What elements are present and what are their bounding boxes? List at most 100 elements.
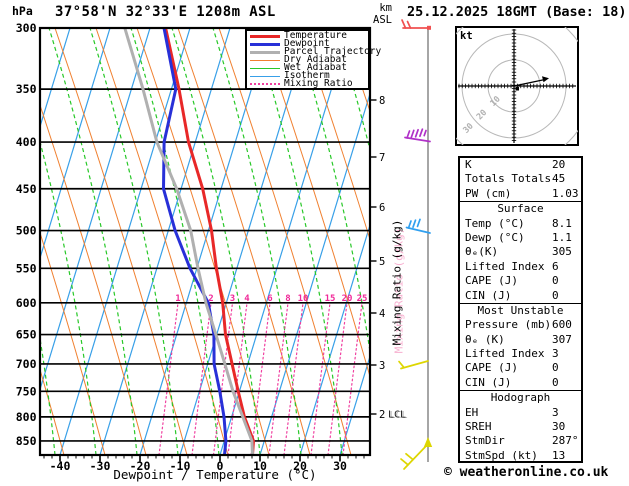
table-row-label: Dewp (°C) bbox=[465, 230, 525, 244]
table-row: Pressure (mb) 600 bbox=[460, 318, 581, 332]
mixing-ratio-value-label: 25 bbox=[357, 294, 368, 304]
table-row-value: 0 bbox=[552, 375, 559, 389]
table-row: Dewp (°C) 1.1 bbox=[460, 231, 581, 245]
table-row: PW (cm) 1.03 bbox=[460, 187, 581, 201]
wind-barb-stroke bbox=[423, 129, 427, 137]
pressure-tick-label: 450 bbox=[16, 182, 37, 196]
km-tick-label: 6 bbox=[379, 202, 385, 214]
table-section-header: Most Unstable bbox=[477, 303, 564, 317]
pressure-tick-label: 550 bbox=[16, 261, 37, 275]
table-row-value: 13 bbox=[552, 448, 566, 462]
mixing-ratio-value-label: 3 bbox=[230, 294, 235, 304]
table-row-label: StmDir bbox=[465, 434, 505, 448]
table-row-value: 8.1 bbox=[552, 216, 572, 230]
table-row-label: θₑ (K) bbox=[465, 332, 505, 346]
wind-barb-head bbox=[423, 437, 433, 447]
pressure-tick-label: 800 bbox=[16, 410, 37, 424]
table-row-value: 1.03 bbox=[552, 186, 579, 200]
table-row-label: CAPE (J) bbox=[465, 361, 518, 375]
pressure-tick-label: 500 bbox=[16, 224, 37, 238]
pressure-tick-label: 300 bbox=[16, 21, 37, 35]
table-row: Lifted Index 6 bbox=[460, 260, 581, 274]
wind-barb-stroke bbox=[412, 219, 417, 229]
wind-barb-stroke bbox=[406, 20, 412, 29]
wind-barb-stroke bbox=[416, 218, 421, 228]
table-row: Temp (°C) 8.1 bbox=[460, 217, 581, 231]
table-row-value: 3 bbox=[552, 405, 559, 419]
table-row-value: 20 bbox=[552, 158, 566, 171]
legend-line-sample bbox=[250, 83, 280, 85]
mixing-ratio-line bbox=[327, 302, 348, 455]
km-tick-label: 2 bbox=[379, 409, 385, 421]
table-row-label: θₑ(K) bbox=[465, 245, 499, 259]
table-section-header: Hodograph bbox=[490, 391, 551, 405]
copyright-footer: © weatheronline.co.uk bbox=[444, 465, 609, 480]
table-row-label: Lifted Index bbox=[465, 347, 545, 361]
mixing-ratio-line bbox=[268, 302, 289, 455]
wind-barb-stroke bbox=[405, 452, 414, 461]
table-row-label: Lifted Index bbox=[465, 259, 545, 273]
wind-barb-stroke bbox=[404, 136, 431, 143]
table-row-value: 1.1 bbox=[552, 230, 572, 244]
pressure-tick-label: 350 bbox=[16, 82, 37, 96]
table-row-label: StmSpd (kt) bbox=[465, 448, 538, 462]
km-tick-label: 7 bbox=[379, 152, 385, 164]
table-row-label: EH bbox=[465, 405, 479, 419]
table-row: EH 3 bbox=[460, 406, 581, 420]
table-section-hodograph: Hodograph EH 3 SREH 30 StmDir 287° StmSpd (kt) 1… bbox=[460, 390, 581, 463]
mixing-ratio-line bbox=[191, 302, 212, 455]
mixing-ratio-value-label: 1 bbox=[175, 294, 180, 304]
wind-barb-stroke bbox=[400, 458, 409, 466]
mixing-ratio-value-label: 6 bbox=[267, 294, 272, 304]
wind-barb-470hPa bbox=[405, 218, 431, 234]
table-section-most-unstable: Most Unstable Pressure (mb) 600 θₑ (K) 307 Li… bbox=[460, 302, 581, 390]
table-row-label: PW (cm) bbox=[465, 186, 512, 200]
pressure-tick-label: 750 bbox=[16, 384, 37, 398]
datetime-title: 25.12.2025 18GMT (Base: 18) bbox=[407, 4, 627, 20]
sounding-page: 1 2 3 4 6 8 10 15 20 25 300 350 400 450 500 550 600 650 70… bbox=[0, 0, 629, 486]
table-row-label: CIN (J) bbox=[465, 288, 512, 302]
pressure-axis-labels: 300 350 400 450 500 550 600 650 700 750 800 850 bbox=[16, 21, 37, 448]
table-row: CIN (J) 0 bbox=[460, 376, 581, 390]
table-row: θₑ (K) 307 bbox=[460, 333, 581, 347]
wind-barb-stroke bbox=[419, 128, 424, 138]
table-row: Lifted Index 3 bbox=[460, 347, 581, 361]
mixing-ratio-line bbox=[283, 302, 304, 455]
table-row-label: SREH bbox=[465, 420, 492, 434]
table-row: CAPE (J) 0 bbox=[460, 274, 581, 288]
table-row-value: 6 bbox=[552, 259, 559, 273]
mixing-ratio-value-label: 20 bbox=[342, 294, 353, 304]
hodograph-unit-label: kt bbox=[460, 30, 473, 42]
station-title: 37°58'N 32°33'E 1208m ASL bbox=[55, 4, 276, 20]
table-row-label: Totals Totals bbox=[465, 172, 552, 186]
wind-barb-400hPa bbox=[404, 128, 431, 143]
legend-line-sample bbox=[250, 42, 280, 46]
asl-label: ASL bbox=[373, 14, 392, 26]
pressure-tick-label: 850 bbox=[16, 434, 37, 448]
table-row-value: 600 bbox=[552, 318, 572, 332]
table-section-surface: Surface Temp (°C) 8.1 Dewp (°C) 1.1 θₑ(K) 305 L… bbox=[460, 201, 581, 303]
legend-line-sample bbox=[250, 59, 280, 61]
pressure-tick-label: 400 bbox=[16, 135, 37, 149]
table-row-label: Temp (°C) bbox=[465, 216, 525, 230]
table-row: StmSpd (kt) 13 bbox=[460, 449, 581, 463]
legend-line-sample bbox=[250, 75, 280, 77]
table-row-value: 0 bbox=[552, 274, 559, 288]
table-row: Totals Totals 45 bbox=[460, 172, 581, 186]
table-row-value: 0 bbox=[552, 288, 559, 302]
x-axis-label: Dewpoint / Temperature (°C) bbox=[113, 467, 317, 482]
wind-barb-stroke bbox=[407, 220, 412, 229]
wind-barb-stroke bbox=[401, 19, 407, 29]
legend: Temperature Dewpoint Parcel Trajectory Dry … bbox=[245, 29, 381, 90]
table-row: θₑ(K) 305 bbox=[460, 245, 581, 259]
legend-line-sample bbox=[250, 67, 280, 69]
table-row-value: 305 bbox=[552, 245, 572, 259]
table-row: K 20 bbox=[460, 158, 581, 172]
pressure-tick-label: 650 bbox=[16, 328, 37, 342]
table-row-value: 287° bbox=[552, 434, 579, 448]
indices-table: K 20 Totals Totals 45 PW (cm) 1.03 Surface Temp… bbox=[458, 156, 583, 463]
mixing-ratio-axis-label: Mixing Ratio (g/kg) bbox=[390, 219, 404, 346]
km-tick-label: 4 bbox=[379, 308, 385, 320]
table-section-indices: K 20 Totals Totals 45 PW (cm) 1.03 bbox=[460, 158, 581, 201]
lcl-label: LCL bbox=[388, 410, 406, 421]
